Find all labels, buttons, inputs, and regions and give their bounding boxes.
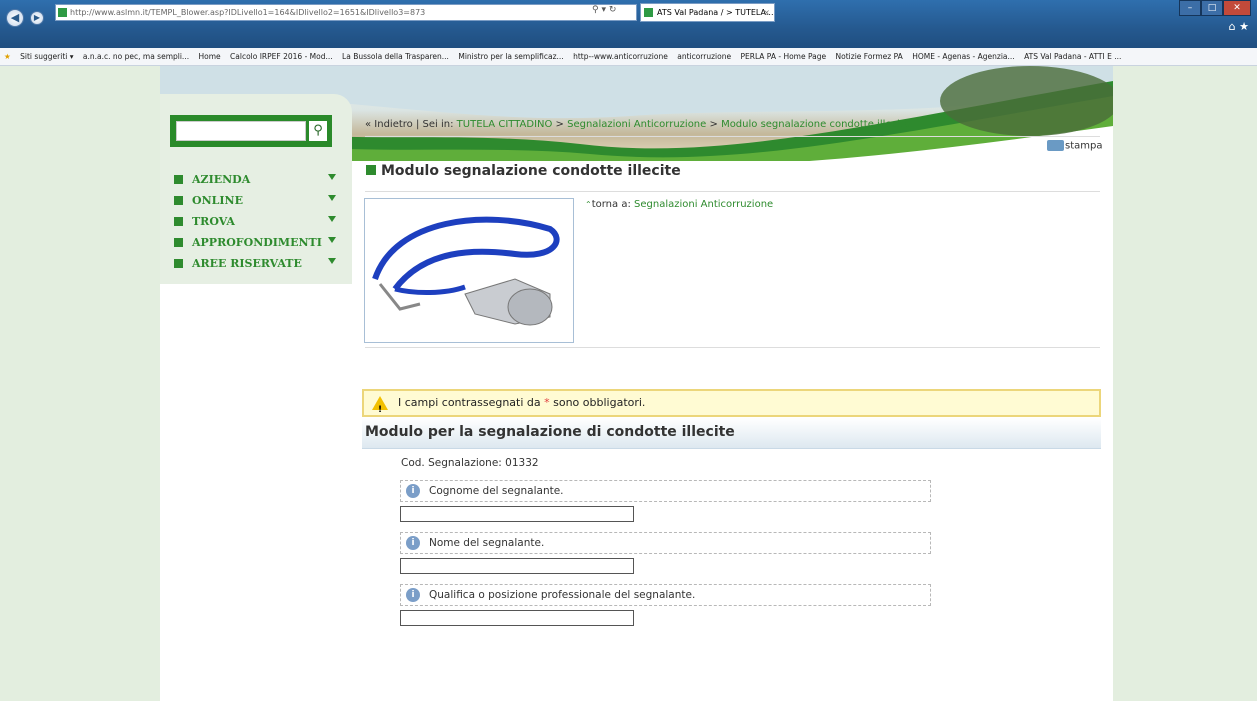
site-favicon	[58, 8, 67, 17]
info-icon[interactable]: i	[406, 536, 420, 550]
breadcrumb-item[interactable]: Segnalazioni Anticorruzione	[567, 119, 706, 130]
sidebar-menu: AZIENDA ONLINE TROVA APPROFONDIMENTI ARE…	[174, 169, 342, 274]
nome-input[interactable]	[400, 558, 634, 574]
field-label-text: Cognome del segnalante.	[429, 485, 564, 497]
menu-label: TROVA	[192, 215, 235, 228]
sidebar-item-trova[interactable]: TROVA	[174, 211, 342, 232]
chevron-down-icon[interactable]	[328, 237, 336, 243]
sidebar-item-azienda[interactable]: AZIENDA	[174, 169, 342, 190]
print-label: stampa	[1065, 140, 1103, 152]
browser-tab[interactable]: ATS Val Padana / > TUTELA... ×	[640, 3, 775, 22]
bullet-icon	[174, 238, 183, 247]
printer-icon	[1047, 140, 1064, 151]
arrow-up-icon: ⌃	[585, 200, 592, 209]
favorite-item[interactable]: Ministro per la semplificaz...	[458, 52, 563, 61]
sidebar-item-online[interactable]: ONLINE	[174, 190, 342, 211]
breadcrumb-separator: | Sei in:	[412, 119, 457, 130]
back-to-link: ⌃torna a: Segnalazioni Anticorruzione	[585, 199, 773, 210]
address-bar[interactable]: http://www.aslmn.it/TEMPL_Blower.asp?IDL…	[55, 4, 637, 21]
favorite-item[interactable]: Home	[198, 52, 220, 61]
favorite-item[interactable]: PERLA PA - Home Page	[740, 52, 826, 61]
close-window-icon[interactable]: ✕	[1223, 0, 1251, 16]
divider	[365, 191, 1100, 192]
form-heading: Modulo per la segnalazione di condotte i…	[362, 418, 1101, 449]
chevron-down-icon[interactable]	[328, 195, 336, 201]
whistle-image	[364, 198, 574, 343]
menu-label: ONLINE	[192, 194, 243, 207]
favorite-item[interactable]: http--www.anticorruzione	[573, 52, 668, 61]
breadcrumb: « Indietro | Sei in: TUTELA CITTADINO > …	[365, 119, 910, 130]
sidebar-item-approfondimenti[interactable]: APPROFONDIMENTI	[174, 232, 342, 253]
info-icon[interactable]: i	[406, 484, 420, 498]
bullet-icon	[366, 165, 376, 175]
favorite-item[interactable]: Siti suggeriti ▾	[20, 52, 73, 61]
page-title-text: Modulo segnalazione condotte illecite	[381, 163, 681, 179]
breadcrumb-item[interactable]: TUTELA CITTADINO	[457, 119, 553, 130]
sidebar-item-aree-riservate[interactable]: AREE RISERVATE	[174, 253, 342, 274]
home-star-icons[interactable]: ⌂ ★	[1229, 20, 1249, 33]
favorite-item[interactable]: La Bussola della Trasparen...	[342, 52, 449, 61]
bullet-icon	[174, 259, 183, 268]
field-label-qualifica: i Qualifica o posizione professionale del…	[400, 584, 931, 606]
chevron-down-icon[interactable]	[328, 216, 336, 222]
page-title: Modulo segnalazione condotte illecite	[366, 163, 681, 179]
chevron-down-icon[interactable]	[328, 258, 336, 264]
cognome-input[interactable]	[400, 506, 634, 522]
required-fields-notice: I campi contrassegnati da * sono obbliga…	[362, 389, 1101, 422]
maximize-icon[interactable]: □	[1201, 0, 1223, 16]
window-controls: – □ ✕	[1179, 0, 1251, 16]
bullet-icon	[174, 217, 183, 226]
menu-label: AZIENDA	[192, 173, 251, 186]
favorite-item[interactable]: Notizie Formez PA	[836, 52, 903, 61]
favorites-bar: ★ Siti suggeriti ▾ a.n.a.c. no pec, ma s…	[0, 48, 1257, 66]
menu-label: APPROFONDIMENTI	[192, 236, 322, 249]
bullet-icon	[174, 196, 183, 205]
warning-text: sono obbligatori.	[553, 396, 646, 409]
tab-favicon	[644, 8, 653, 17]
search-input[interactable]	[176, 121, 306, 141]
required-star: *	[544, 396, 550, 409]
back-prefix: torna a:	[591, 199, 631, 210]
close-tab-icon[interactable]: ×	[763, 4, 770, 21]
search-icon[interactable]: ⚲	[309, 121, 327, 141]
address-url: http://www.aslmn.it/TEMPL_Blower.asp?IDL…	[70, 8, 426, 17]
favorite-star-icon[interactable]: ★	[4, 52, 11, 61]
report-code: Cod. Segnalazione: 01332	[401, 457, 539, 469]
minimize-icon[interactable]: –	[1179, 0, 1201, 16]
favorite-item[interactable]: Calcolo IRPEF 2016 - Mod...	[230, 52, 333, 61]
menu-label: AREE RISERVATE	[192, 257, 302, 270]
forward-icon[interactable]: ▶	[30, 11, 44, 25]
field-label-nome: i Nome del segnalante.	[400, 532, 931, 554]
search-box: ⚲	[170, 115, 332, 147]
favorite-item[interactable]: a.n.a.c. no pec, ma sempli...	[83, 52, 189, 61]
divider	[365, 347, 1100, 348]
back-link[interactable]: « Indietro	[365, 119, 413, 130]
warning-text: I campi contrassegnati da	[398, 396, 541, 409]
favorite-item[interactable]: anticorruzione	[677, 52, 731, 61]
divider	[365, 136, 1100, 137]
chevron-down-icon[interactable]	[328, 174, 336, 180]
breadcrumb-item[interactable]: Modulo segnalazione condotte illecite	[721, 119, 910, 130]
info-icon[interactable]: i	[406, 588, 420, 602]
bullet-icon	[174, 175, 183, 184]
field-label-cognome: i Cognome del segnalante.	[400, 480, 931, 502]
favorite-item[interactable]: ATS Val Padana - ATTI E ...	[1024, 52, 1121, 61]
field-label-text: Qualifica o posizione professionale del …	[429, 589, 696, 601]
qualifica-input[interactable]	[400, 610, 634, 626]
search-refresh-icon[interactable]: ⚲ ▾ ↻	[592, 5, 616, 15]
warning-icon	[372, 396, 388, 422]
browser-chrome: ◀ ▶ http://www.aslmn.it/TEMPL_Blower.asp…	[0, 0, 1257, 48]
print-button[interactable]: stampa	[1047, 140, 1102, 152]
favorite-item[interactable]: HOME - Agenas - Agenzia...	[912, 52, 1015, 61]
tab-title: ATS Val Padana / > TUTELA...	[657, 8, 774, 17]
back-link-label[interactable]: Segnalazioni Anticorruzione	[634, 199, 773, 210]
field-label-text: Nome del segnalante.	[429, 537, 545, 549]
back-icon[interactable]: ◀	[6, 9, 24, 27]
